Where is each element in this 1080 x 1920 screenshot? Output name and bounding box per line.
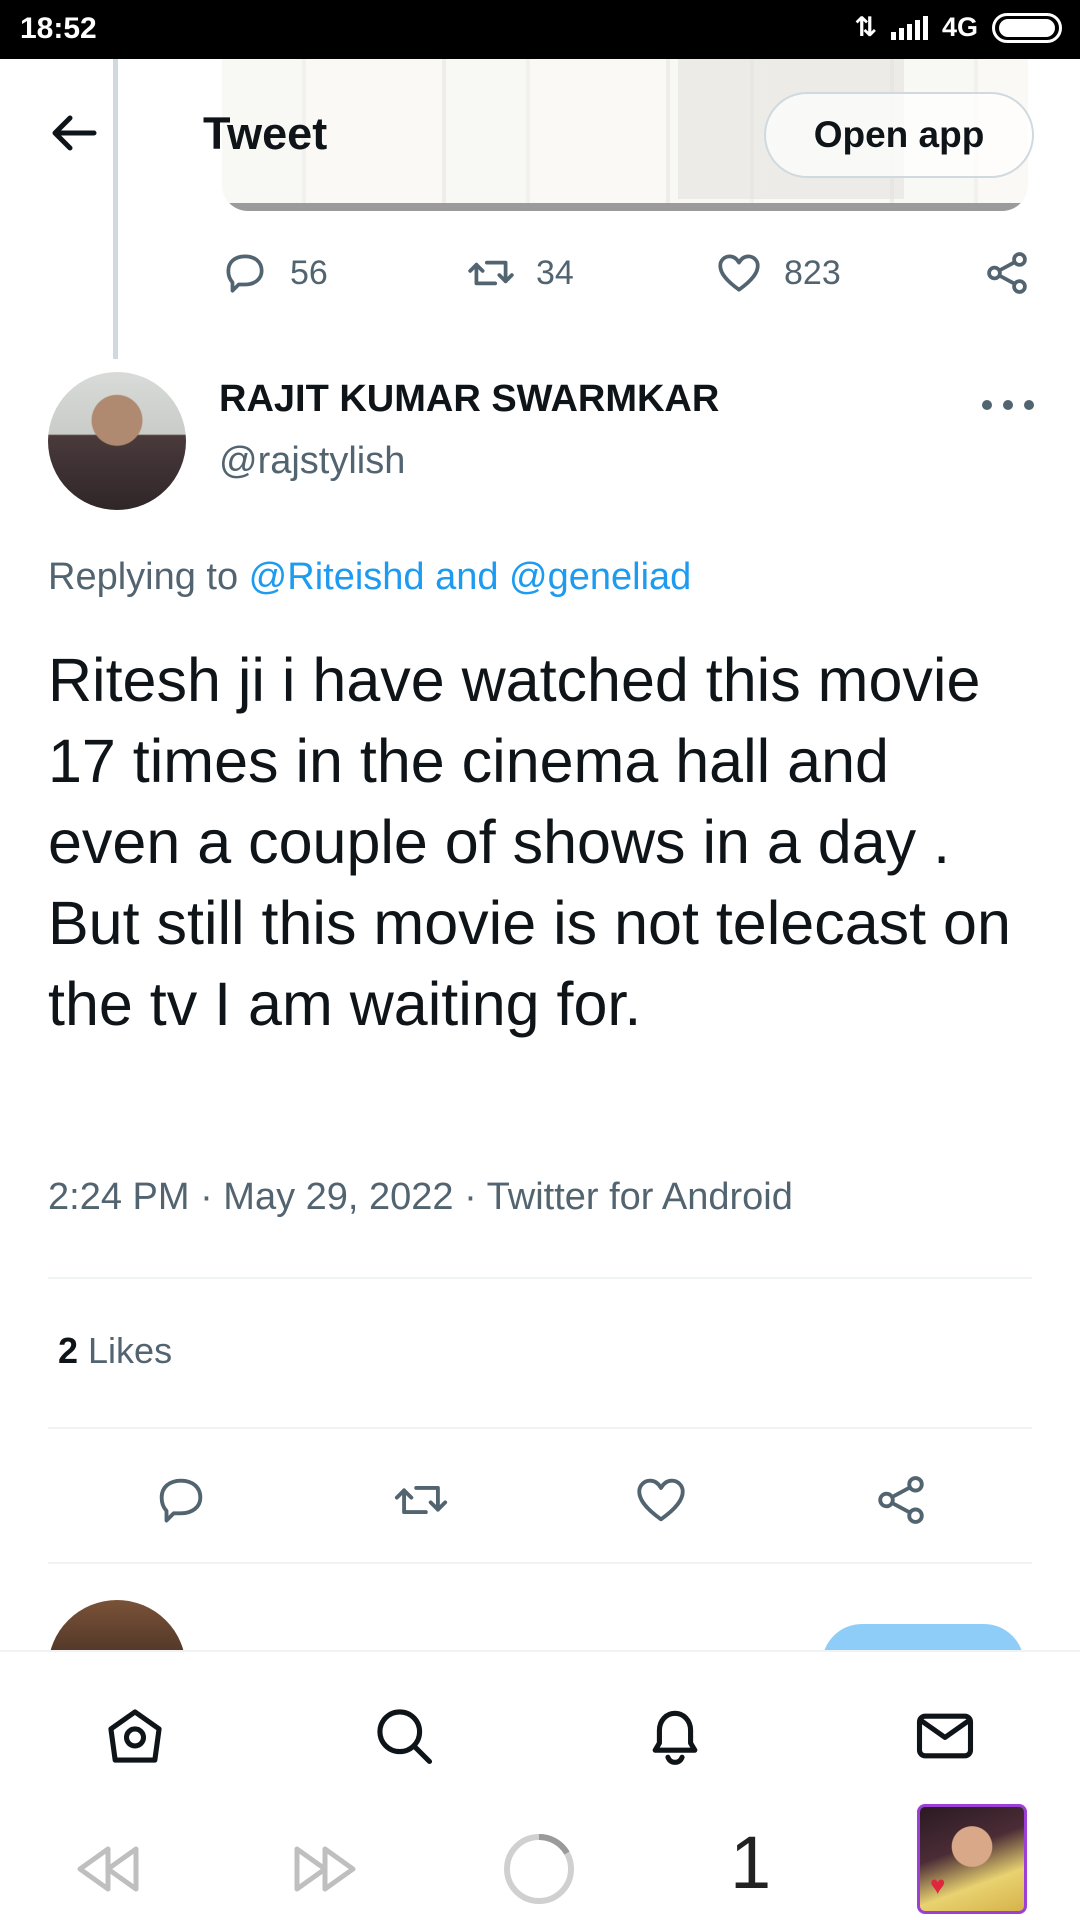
divider [48, 1562, 1032, 1564]
search-icon [377, 1709, 433, 1765]
likes-summary[interactable]: 2 Likes [58, 1330, 172, 1372]
heart-sticker-icon: ♥ [930, 1870, 946, 1900]
replying-to-users-link[interactable]: @Riteishd and @geneliad [249, 556, 692, 598]
retweet-button[interactable] [386, 1465, 456, 1535]
heart-icon [718, 254, 760, 292]
nav-notifications[interactable] [635, 1696, 715, 1776]
retweet-icon [394, 1485, 448, 1515]
heart-icon [637, 1478, 685, 1522]
signal-icon [890, 15, 928, 40]
like-count: 823 [784, 253, 841, 292]
home-icon [108, 1709, 162, 1763]
like-stat[interactable]: 823 [714, 248, 841, 298]
reply-icon [159, 1478, 203, 1523]
replying-prefix: Replying to [48, 556, 249, 598]
share-icon [878, 1476, 924, 1524]
battery-icon [992, 12, 1062, 43]
divider [48, 1277, 1032, 1279]
nav-messages[interactable] [905, 1696, 985, 1776]
fast-forward-icon [294, 1846, 356, 1892]
data-transfer-icon: ⇅ [854, 12, 877, 42]
profile-thumbnail[interactable]: ♥ [917, 1804, 1027, 1914]
status-time: 18:52 [20, 12, 97, 45]
arrow-left-icon [52, 115, 97, 151]
reply-count: 56 [290, 253, 328, 292]
open-app-button[interactable]: Open app [764, 92, 1034, 178]
bottom-nav [0, 1650, 1080, 1800]
rewind-button[interactable] [63, 1824, 153, 1914]
avatar[interactable] [48, 372, 186, 510]
replying-to: Replying to @Riteishd and @geneliad [48, 556, 691, 599]
nav-home[interactable] [95, 1696, 175, 1776]
mail-icon [916, 1713, 974, 1759]
nav-search[interactable] [364, 1696, 444, 1776]
likes-count: 2 [58, 1330, 79, 1371]
divider [48, 1427, 1032, 1429]
bell-icon [652, 1710, 698, 1765]
tweet-timestamp: 2:24 PM · May 29, 2022 · Twitter for And… [48, 1176, 793, 1218]
tweet-actions [0, 1465, 1080, 1535]
fast-forward-button[interactable] [280, 1824, 370, 1914]
loading-spinner-icon [504, 1833, 574, 1904]
loading-button[interactable] [494, 1824, 584, 1914]
status-bar: 18:52 ⇅ 4G [0, 0, 1080, 59]
previous-tweet-actions: 56 34 823 [0, 248, 1080, 308]
share-button[interactable] [866, 1465, 936, 1535]
likes-label: Likes [78, 1330, 173, 1371]
tab-count[interactable]: 1 [730, 1820, 771, 1905]
retweet-count: 34 [536, 253, 574, 292]
reply-button[interactable] [146, 1465, 216, 1535]
thread-line [113, 59, 118, 359]
tweet-text: Ritesh ji i have watched this movie 17 t… [48, 646, 1011, 1038]
retweet-stat[interactable]: 34 [466, 248, 574, 298]
rewind-icon [77, 1846, 139, 1892]
more-options-icon[interactable] [982, 390, 1034, 420]
like-button[interactable] [626, 1465, 696, 1535]
reply-icon [226, 254, 264, 293]
network-type: 4G [941, 12, 978, 42]
status-icons: ⇅ 4G [854, 12, 1062, 43]
share-icon [987, 252, 1027, 294]
share-stat[interactable] [982, 248, 1032, 298]
retweet-icon [468, 260, 514, 286]
back-button[interactable] [44, 108, 104, 158]
reply-stat[interactable]: 56 [220, 248, 328, 298]
author-handle[interactable]: @rajstylish [219, 440, 405, 483]
page-title: Tweet [203, 108, 328, 159]
author-name[interactable]: RAJIT KUMAR SWARMKAR [219, 378, 719, 421]
